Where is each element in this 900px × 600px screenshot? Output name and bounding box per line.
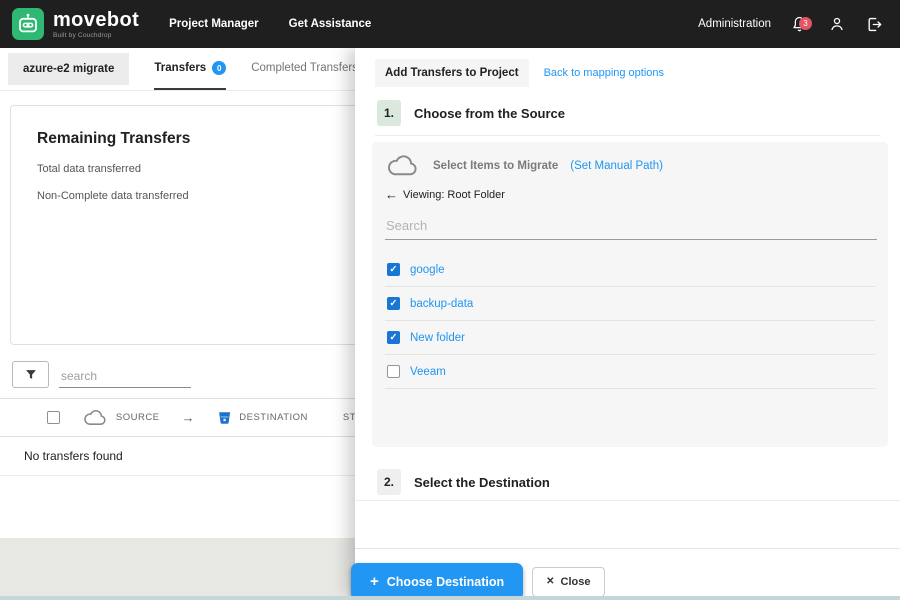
list-item[interactable]: backup-data: [385, 287, 875, 321]
filter-button[interactable]: [12, 361, 49, 388]
notification-count-badge: 3: [799, 16, 812, 30]
list-item[interactable]: New folder: [385, 321, 875, 355]
step-2-heading: 2. Select the Destination: [377, 469, 550, 495]
nav-project-manager[interactable]: Project Manager: [169, 18, 258, 30]
viewing-breadcrumb: ← Viewing: Root Folder: [385, 187, 875, 202]
panel-title: Add Transfers to Project: [375, 59, 529, 87]
step-1-title: Choose from the Source: [414, 105, 565, 121]
select-items-title: Select Items to Migrate: [433, 160, 559, 172]
step-1-number: 1.: [377, 100, 402, 126]
step-1-heading: 1. Choose from the Source: [377, 100, 565, 126]
filter-row: [12, 361, 191, 388]
item-label[interactable]: google: [410, 264, 445, 276]
header-right: Administration 3: [698, 15, 884, 34]
brand-name: movebot: [53, 8, 140, 31]
choose-destination-button[interactable]: + Choose Destination: [351, 563, 524, 600]
noncomplete-data-label: Non-Complete data transferred: [37, 190, 189, 202]
tab-transfers[interactable]: Transfers 0: [154, 48, 227, 90]
account-button[interactable]: [828, 15, 846, 33]
source-header: SOURCE: [115, 412, 160, 423]
app-window: movebot Built by Couchdrop Project Manag…: [0, 0, 900, 600]
brand-text: movebot Built by Couchdrop: [53, 10, 139, 39]
divider: [355, 500, 900, 501]
funnel-icon: [25, 369, 36, 379]
close-icon: ✕: [546, 576, 555, 587]
remaining-transfers-card: Remaining Transfers Total data transferr…: [10, 105, 382, 345]
cloud-icon: [388, 155, 417, 176]
viewing-label: Viewing: Root Folder: [403, 188, 505, 201]
person-icon: [831, 17, 843, 31]
item-label[interactable]: Veeam: [410, 366, 446, 378]
tab-completed-label: Completed Transfers: [251, 62, 358, 74]
table-header-row: SOURCE → DESTINATION STATUS: [0, 398, 382, 437]
items-search-input[interactable]: [385, 212, 877, 240]
destination-bucket-icon: [219, 411, 231, 424]
panel-footer: + Choose Destination ✕ Close: [351, 563, 605, 600]
destination-header: DESTINATION: [239, 412, 308, 423]
notifications-button[interactable]: 3: [790, 15, 812, 34]
top-header: movebot Built by Couchdrop Project Manag…: [0, 0, 900, 48]
select-all-checkbox[interactable]: [47, 411, 60, 424]
item-checkbox[interactable]: [387, 297, 400, 310]
table-empty-message: No transfers found: [0, 437, 382, 476]
back-to-mapping-link[interactable]: Back to mapping options: [544, 67, 664, 79]
item-checkbox[interactable]: [387, 365, 400, 378]
add-transfers-panel: Add Transfers to Project Back to mapping…: [351, 48, 900, 600]
list-item[interactable]: Veeam: [385, 355, 875, 389]
administration-link[interactable]: Administration: [698, 18, 771, 30]
logout-icon: [868, 17, 882, 31]
bottom-accent-strip: [0, 596, 900, 600]
set-manual-path-link[interactable]: (Set Manual Path): [570, 160, 663, 172]
source-browser: Select Items to Migrate (Set Manual Path…: [372, 142, 888, 447]
plus-icon: +: [370, 573, 379, 590]
item-label[interactable]: New folder: [410, 332, 465, 344]
panel-header: Add Transfers to Project Back to mapping…: [375, 59, 664, 87]
items-list: google backup-data New folder Veeam: [385, 253, 875, 389]
tab-transfers-label: Transfers: [154, 62, 207, 74]
step-2-number: 2.: [377, 469, 402, 495]
back-arrow-icon[interactable]: ←: [385, 187, 398, 202]
movebot-logo[interactable]: [12, 8, 44, 40]
logout-button[interactable]: [865, 15, 884, 34]
transfers-count-badge: 0: [212, 61, 227, 75]
robot-icon: [19, 13, 37, 33]
choose-destination-label: Choose Destination: [386, 574, 505, 589]
item-checkbox[interactable]: [387, 263, 400, 276]
card-title: Remaining Transfers: [37, 130, 191, 147]
project-name-chip[interactable]: azure-e2 migrate: [8, 53, 130, 85]
divider: [375, 135, 880, 136]
source-browser-header: Select Items to Migrate (Set Manual Path…: [385, 154, 875, 178]
arrow-right-icon: →: [181, 410, 196, 425]
total-data-label: Total data transferred: [37, 163, 141, 175]
brand-tagline: Built by Couchdrop: [53, 31, 112, 39]
source-cloud-icon: [84, 409, 106, 425]
close-label: Close: [560, 575, 591, 588]
transfers-search-input[interactable]: [59, 365, 191, 388]
close-button[interactable]: ✕ Close: [532, 566, 605, 597]
list-item[interactable]: google: [385, 253, 875, 287]
item-checkbox[interactable]: [387, 331, 400, 344]
step-2-title: Select the Destination: [414, 474, 550, 490]
item-label[interactable]: backup-data: [410, 298, 473, 310]
transfers-table: SOURCE → DESTINATION STATUS No transfers…: [0, 398, 382, 476]
nav-get-assistance[interactable]: Get Assistance: [289, 18, 372, 30]
divider: [355, 548, 900, 549]
